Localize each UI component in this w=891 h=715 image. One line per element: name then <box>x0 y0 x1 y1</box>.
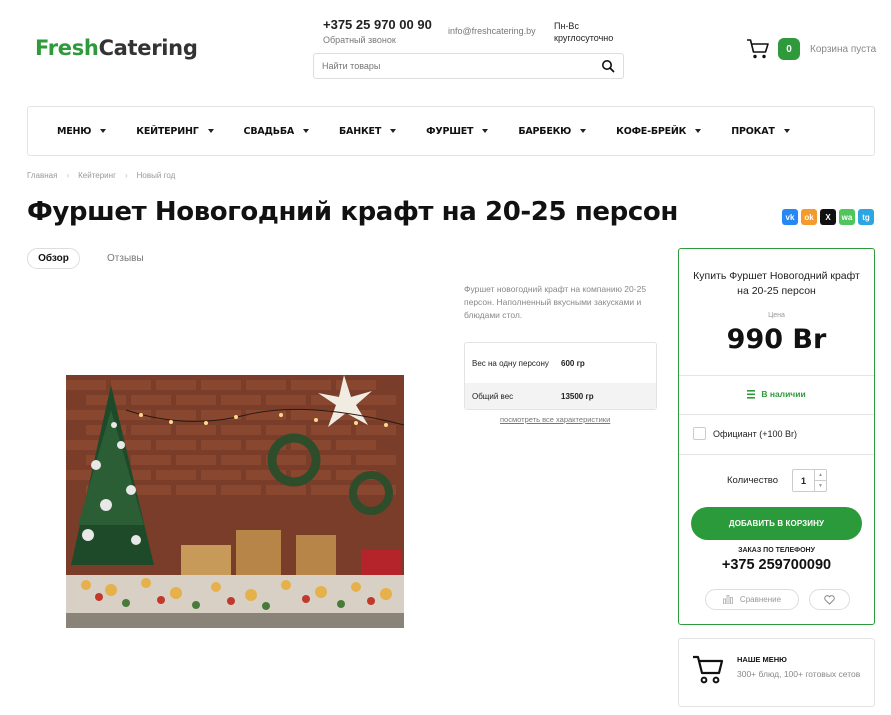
nav-item-rental[interactable]: ПРОКАТ <box>731 125 790 137</box>
spec-row: Общий вес 13500 гр <box>465 383 656 409</box>
buffet-photo <box>66 375 404 628</box>
caret-down-icon <box>783 129 790 133</box>
divider <box>679 414 874 415</box>
working-hours: Пн-Вс круглосуточно <box>554 21 614 43</box>
tab-reviews[interactable]: Отзывы <box>107 253 144 264</box>
nav-label: МЕНЮ <box>57 125 92 137</box>
product-image[interactable] <box>66 375 404 628</box>
breadcrumb-catering[interactable]: Кейтеринг <box>78 171 116 180</box>
callback-link[interactable]: Обратный звонок <box>323 35 432 45</box>
compare-label: Сравнение <box>739 595 782 604</box>
quantity-label: Количество <box>727 475 779 486</box>
share-buttons: vk ok X wa tg <box>782 209 874 225</box>
product-description: Фуршет новогодний крафт на компанию 20-2… <box>464 284 647 320</box>
whatsapp-share-icon[interactable]: wa <box>839 209 855 225</box>
vk-share-icon[interactable]: vk <box>782 209 798 225</box>
compare-button[interactable]: Сравнение <box>705 589 799 610</box>
nav-item-menu[interactable]: МЕНЮ <box>57 125 107 137</box>
caret-down-icon <box>580 129 587 133</box>
cart-count-badge: 0 <box>778 38 800 60</box>
specs-table: Вес на одну персону 600 гр Общий вес 135… <box>464 342 657 410</box>
spec-value: 600 гр <box>561 358 585 368</box>
menu-panel-subtitle: 300+ блюд, 100+ готовых сетов <box>737 669 861 679</box>
quantity-value[interactable]: 1 <box>793 470 815 491</box>
nav-item-coffee-break[interactable]: КОФЕ-БРЕЙК <box>616 125 702 137</box>
stock-status: В наличии <box>679 389 874 399</box>
all-characteristics-link[interactable]: посмотреть все характеристики <box>500 415 610 424</box>
caret-down-icon <box>303 129 310 133</box>
header-contact: +375 25 970 00 90 Обратный звонок <box>323 17 432 45</box>
buy-panel: Купить Фуршет Новогодний крафт на 20-25 … <box>678 248 875 625</box>
page-title: Фуршет Новогодний крафт на 20-25 персон <box>27 197 678 227</box>
telegram-share-icon[interactable]: tg <box>858 209 874 225</box>
caret-down-icon <box>390 129 397 133</box>
nav-label: КОФЕ-БРЕЙК <box>616 125 687 137</box>
waiter-option[interactable]: Официант (+100 Br) <box>693 427 797 440</box>
header-phone[interactable]: +375 25 970 00 90 <box>323 17 432 32</box>
header-email[interactable]: info@freshcatering.by <box>448 26 536 36</box>
caret-down-icon <box>695 129 702 133</box>
quantity-stepper[interactable]: 1 ▲ ▼ <box>792 469 827 492</box>
waiter-label: Официант (+100 Br) <box>713 428 797 439</box>
spec-key: Общий вес <box>472 391 514 401</box>
heart-icon <box>824 594 835 605</box>
nav-item-catering[interactable]: КЕЙТЕРИНГ <box>136 125 214 137</box>
price-label: Цена <box>768 312 785 319</box>
breadcrumb-new-year[interactable]: Новый год <box>137 171 176 180</box>
tab-overview[interactable]: Обзор <box>27 248 80 269</box>
nav-label: СВАДЬБА <box>243 125 295 137</box>
add-to-cart-button[interactable]: ДОБАВИТЬ В КОРЗИНУ <box>691 507 862 540</box>
stock-label: В наличии <box>761 389 806 399</box>
ok-share-icon[interactable]: ok <box>801 209 817 225</box>
favorite-button[interactable] <box>809 589 850 610</box>
cart-icon <box>747 39 769 59</box>
spec-key: Вес на одну персону <box>472 358 549 368</box>
nav-label: БАНКЕТ <box>339 125 382 137</box>
caret-down-icon <box>482 129 489 133</box>
divider <box>679 375 874 376</box>
menu-panel-title: НАШЕ МЕНЮ <box>737 655 787 664</box>
compare-bars-icon <box>723 595 733 604</box>
nav-item-wedding[interactable]: СВАДЬБА <box>243 125 310 137</box>
main-nav: МЕНЮ КЕЙТЕРИНГ СВАДЬБА БАНКЕТ ФУРШЕТ БАР… <box>27 106 875 156</box>
search-input[interactable] <box>322 61 601 71</box>
breadcrumb-separator: › <box>66 171 70 180</box>
caret-down-icon <box>100 129 107 133</box>
cart-status: Корзина пуста <box>810 43 877 55</box>
quantity-arrows: ▲ ▼ <box>815 470 826 491</box>
phone-order-label: ЗАКАЗ ПО ТЕЛЕФОНУ <box>738 547 815 554</box>
logo[interactable]: FreshCatering <box>35 36 198 60</box>
buy-title: Купить Фуршет Новогодний крафт на 20-25 … <box>693 270 860 297</box>
divider <box>679 454 874 455</box>
logo-fresh-text: Fresh <box>35 36 99 60</box>
nav-item-banquet[interactable]: БАНКЕТ <box>339 125 397 137</box>
cart-icon <box>693 655 724 684</box>
nav-label: БАРБЕКЮ <box>518 125 572 137</box>
quantity-down-icon[interactable]: ▼ <box>815 481 826 491</box>
price: 990 Br <box>726 324 827 355</box>
spec-row: Вес на одну персону 600 гр <box>465 343 656 383</box>
nav-item-bbq[interactable]: БАРБЕКЮ <box>518 125 587 137</box>
quantity-up-icon[interactable]: ▲ <box>815 470 826 481</box>
phone-order-number[interactable]: +375 259700090 <box>679 557 874 573</box>
nav-item-buffet[interactable]: ФУРШЕТ <box>426 125 489 137</box>
caret-down-icon <box>207 129 214 133</box>
nav-label: КЕЙТЕРИНГ <box>136 125 199 137</box>
nav-label: ФУРШЕТ <box>426 125 474 137</box>
breadcrumb-separator: › <box>124 171 128 180</box>
search-box <box>313 53 624 79</box>
our-menu-panel[interactable]: НАШЕ МЕНЮ 300+ блюд, 100+ готовых сетов <box>678 638 875 707</box>
search-icon[interactable] <box>601 59 615 73</box>
logo-catering-text: Catering <box>98 36 198 60</box>
header-cart[interactable]: 0 Корзина пуста <box>746 38 876 60</box>
nav-label: ПРОКАТ <box>731 125 775 137</box>
waiter-checkbox[interactable] <box>693 427 706 440</box>
breadcrumb-home[interactable]: Главная <box>27 171 57 180</box>
stock-bars-icon <box>747 389 756 399</box>
breadcrumb: Главная › Кейтеринг › Новый год <box>27 171 175 180</box>
spec-value: 13500 гр <box>561 391 594 401</box>
x-share-icon[interactable]: X <box>820 209 836 225</box>
